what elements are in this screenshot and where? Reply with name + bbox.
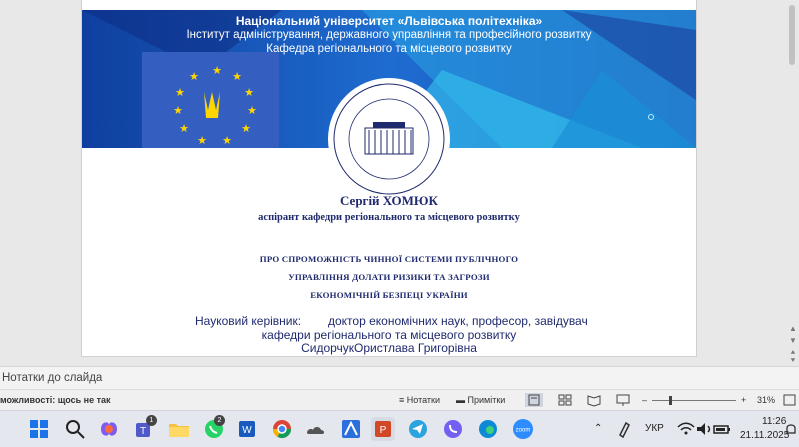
svg-text:★: ★	[197, 135, 207, 147]
author-name: Сергій ХОМЮК	[340, 193, 438, 208]
university-seal-icon	[333, 83, 445, 195]
svg-text:T: T	[140, 426, 146, 437]
slideshow-button[interactable]	[614, 393, 632, 407]
notifications-icon[interactable]	[784, 417, 798, 441]
status-bar: можливості: щось не так ≡ Нотатки ▬ Прим…	[0, 389, 799, 411]
normal-view-icon	[528, 394, 540, 406]
presentation-title-line: УПРАВЛІННЯ ДОЛАТИ РИЗИКИ ТА ЗАГРОЗИ	[288, 272, 490, 282]
scrollbar-thumb[interactable]	[789, 5, 795, 65]
zoom-in-button[interactable]: +	[741, 395, 746, 405]
clock-date[interactable]: 21.11.2025	[740, 430, 789, 441]
slideshow-icon	[616, 394, 630, 406]
notes-toggle-label: Нотатки	[406, 395, 441, 405]
whatsapp-badge: 2	[214, 415, 225, 426]
reading-view-icon	[587, 395, 601, 407]
battery-icon[interactable]	[710, 417, 734, 441]
zoom-level[interactable]: 31%	[757, 395, 775, 405]
scroll-down-icon[interactable]: ▼	[788, 336, 798, 346]
pen-settings-icon[interactable]	[612, 417, 636, 441]
windows-start-icon[interactable]	[27, 417, 51, 441]
supervisor-label: Науковий керівник:	[195, 314, 302, 328]
telegram-icon[interactable]	[406, 417, 430, 441]
zoom-slider-handle[interactable]	[669, 396, 672, 405]
notes-pane[interactable]: Нотатки до слайда	[0, 366, 799, 390]
svg-text:★: ★	[212, 65, 222, 77]
notes-icon: ≡	[399, 395, 405, 405]
supervisor-name: СидорчукОристлава Григорівна	[301, 341, 477, 355]
scroll-up-icon[interactable]: ▲	[788, 324, 798, 334]
editor-app-icon[interactable]	[339, 417, 363, 441]
svg-text:★: ★	[241, 123, 251, 135]
supervisor-title-line: доктор економічних наук, професор, завід…	[328, 314, 588, 328]
slide-sorter-icon	[558, 394, 572, 406]
copilot-icon[interactable]	[97, 417, 121, 441]
svg-text:★: ★	[175, 87, 185, 99]
file-explorer-icon[interactable]	[167, 417, 191, 441]
presentation-title-line: ЕКОНОМІЧНІЙ БЕЗПЕЦІ УКРАЇНИ	[310, 290, 468, 300]
word-icon[interactable]: W	[235, 417, 259, 441]
notes-placeholder[interactable]: Нотатки до слайда	[2, 372, 102, 384]
university-logo	[328, 78, 450, 200]
normal-view-button[interactable]	[525, 393, 543, 407]
svg-text:★: ★	[222, 135, 232, 147]
presentation-title-line: ПРО СПРОМОЖНІСТЬ ЧИННОЇ СИСТЕМИ ПУБЛІЧНО…	[259, 254, 519, 264]
reading-view-button[interactable]	[585, 393, 603, 407]
svg-text:P: P	[380, 425, 387, 436]
zoom-out-button[interactable]: –	[642, 395, 647, 405]
institute-name: Інститут адміністрування, державного упр…	[186, 29, 592, 41]
zoom-slider[interactable]	[652, 400, 736, 401]
zoom-app-icon[interactable]: zoom	[511, 417, 535, 441]
status-hint[interactable]: можливості: щось не так	[0, 395, 111, 405]
banner-header: Національний університет «Львівська полі…	[82, 14, 696, 56]
svg-text:★: ★	[189, 71, 199, 83]
search-icon[interactable]	[63, 417, 87, 441]
windows-taskbar: T 1 2 W P zoom ⌃ УКР 11:26 21.11.2025	[0, 410, 799, 447]
svg-text:★: ★	[244, 87, 254, 99]
svg-text:★: ★	[179, 123, 189, 135]
fit-window-icon	[783, 394, 796, 406]
comments-toggle-button[interactable]: ▬ Примітки	[456, 395, 505, 405]
svg-text:W: W	[242, 425, 252, 436]
comments-toggle-label: Примітки	[467, 395, 506, 405]
university-name: Національний університет «Львівська полі…	[235, 14, 543, 28]
supervisor-title-line: кафедри регіонального та місцевого розви…	[261, 328, 517, 342]
notes-toggle-button[interactable]: ≡ Нотатки	[399, 395, 440, 405]
author-role: аспірант кафедри регіонального та місцев…	[258, 212, 520, 223]
tray-overflow-icon[interactable]: ⌃	[594, 423, 602, 434]
teams-badge: 1	[146, 415, 157, 426]
powerpoint-icon[interactable]: P	[371, 417, 395, 441]
slide-canvas[interactable]: Національний університет «Львівська полі…	[82, 0, 696, 356]
svg-text:★: ★	[232, 71, 242, 83]
clock-time[interactable]: 11:26	[762, 416, 786, 427]
language-indicator[interactable]: УКР	[645, 423, 664, 434]
comment-icon: ▬	[456, 395, 465, 405]
next-slide-icon[interactable]: ⯆	[788, 356, 798, 366]
slide-sorter-button[interactable]	[556, 393, 574, 407]
onedrive-icon[interactable]	[304, 417, 328, 441]
fit-to-window-button[interactable]	[781, 393, 799, 407]
eu-ukraine-flag-image: ★ ★ ★ ★ ★ ★ ★ ★ ★ ★ ★	[142, 52, 279, 148]
zoom-app-label: zoom	[516, 428, 531, 434]
svg-text:★: ★	[247, 105, 257, 117]
chrome-icon[interactable]	[270, 417, 294, 441]
svg-text:★: ★	[173, 105, 183, 117]
edge-icon[interactable]	[476, 417, 500, 441]
viber-icon[interactable]	[441, 417, 465, 441]
